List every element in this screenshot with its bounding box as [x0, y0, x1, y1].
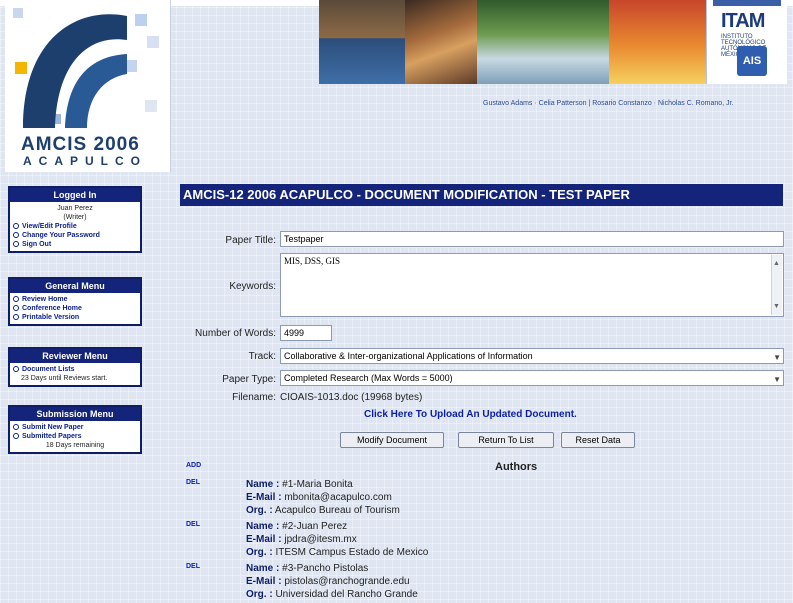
amcis-logo[interactable]: AMCIS 2006 ACAPULCO	[5, 0, 171, 172]
paper-type-label: Paper Type:	[222, 374, 276, 385]
keywords-label: Keywords:	[229, 281, 276, 292]
author-name: #3-Pancho Pistolas	[282, 563, 369, 574]
logged-in-menu: Logged In Juan Perez (Writer) View/Edit …	[8, 186, 142, 253]
logo-arc-icon	[23, 14, 127, 128]
bullet-icon	[13, 305, 19, 312]
name-key: Name :	[246, 563, 280, 574]
org-key: Org. :	[246, 547, 273, 558]
review-home-link[interactable]: Review Home	[13, 295, 137, 304]
bullet-icon	[13, 241, 19, 248]
authors-heading: Authors	[495, 461, 538, 473]
paper-title-label: Paper Title:	[225, 235, 276, 246]
submission-menu-title: Submission Menu	[10, 407, 140, 421]
view-edit-profile-link[interactable]: View/Edit Profile	[13, 222, 137, 231]
submission-menu: Submission Menu Submit New Paper Submitt…	[8, 405, 142, 454]
bullet-icon	[13, 232, 19, 239]
reset-data-button[interactable]: Reset Data	[561, 432, 635, 448]
page-title: AMCIS-12 2006 ACAPULCO - DOCUMENT MODIFI…	[180, 184, 783, 206]
credits-line: Gustavo Adams · Celia Patterson | Rosari…	[483, 100, 734, 107]
itam-sponsor[interactable]: ITAM INSTITUTO TECNOLÓGICO AUTÓNOMO DE M…	[706, 0, 787, 84]
author-entry: DEL Name : #2-Juan Perez E-Mail : jpdra@…	[186, 521, 586, 561]
logo-year: AMCIS 2006	[21, 134, 140, 155]
chevron-down-icon: ▼	[773, 353, 781, 362]
paper-type-select[interactable]: Completed Research (Max Words = 5000) ▼	[280, 370, 784, 386]
reviews-countdown: 23 Days until Reviews start.	[21, 375, 108, 382]
track-label: Track:	[248, 351, 276, 362]
paper-type-value: Completed Research (Max Words = 5000)	[284, 373, 453, 383]
banner-sunset-photo	[609, 0, 706, 84]
keywords-scrollbar[interactable]: ▲ ▼	[771, 255, 782, 315]
bullet-icon	[13, 424, 19, 431]
words-input[interactable]: 4999	[280, 325, 332, 341]
reviewer-menu-title: Reviewer Menu	[10, 349, 140, 363]
author-name: #2-Juan Perez	[282, 521, 348, 532]
printable-version-link[interactable]: Printable Version	[13, 313, 137, 322]
chevron-down-icon: ▼	[773, 375, 781, 384]
author-email: jpdra@itesm.mx	[284, 534, 357, 545]
words-label: Number of Words:	[195, 328, 276, 339]
author-email: pistolas@ranchogrande.edu	[284, 576, 410, 587]
bullet-icon	[13, 314, 19, 321]
banner-photos	[319, 0, 609, 84]
org-key: Org. :	[246, 505, 273, 516]
email-key: E-Mail :	[246, 492, 282, 503]
keywords-value: MIS, DSS, GIS	[284, 256, 341, 266]
return-to-list-button[interactable]: Return To List	[458, 432, 554, 448]
email-key: E-Mail :	[246, 534, 282, 545]
bullet-icon	[13, 296, 19, 303]
author-org: ITESM Campus Estado de Mexico	[275, 547, 429, 558]
user-name: Juan Perez	[57, 205, 93, 212]
author-entry: DEL Name : #1-Maria Bonita E-Mail : mbon…	[186, 479, 586, 519]
bullet-icon	[13, 223, 19, 230]
delete-author-link[interactable]: DEL	[186, 521, 200, 528]
author-name: #1-Maria Bonita	[282, 479, 353, 490]
submission-countdown: 18 Days remaining	[45, 442, 105, 449]
user-role: (Writer)	[63, 214, 87, 221]
modify-document-button[interactable]: Modify Document	[340, 432, 444, 448]
track-value: Collaborative & Inter-organizational App…	[284, 351, 533, 361]
paper-title-input[interactable]: Testpaper	[280, 231, 784, 247]
general-menu-title: General Menu	[10, 279, 140, 293]
org-key: Org. :	[246, 589, 273, 600]
bullet-icon	[13, 433, 19, 440]
delete-author-link[interactable]: DEL	[186, 479, 200, 486]
author-org: Universidad del Rancho Grande	[275, 589, 418, 600]
email-key: E-Mail :	[246, 576, 282, 587]
track-select[interactable]: Collaborative & Inter-organizational App…	[280, 348, 784, 364]
logged-in-title: Logged In	[10, 188, 140, 202]
ais-logo: AIS	[737, 46, 767, 76]
change-password-link[interactable]: Change Your Password	[13, 231, 137, 240]
author-entry: DEL Name : #3-Pancho Pistolas E-Mail : p…	[186, 563, 586, 603]
filename-label: Filename:	[232, 392, 276, 403]
name-key: Name :	[246, 521, 280, 532]
bullet-icon	[13, 366, 19, 373]
delete-author-link[interactable]: DEL	[186, 563, 200, 570]
filename-value: CIOAIS-1013.doc (19968 bytes)	[280, 392, 423, 403]
conference-home-link[interactable]: Conference Home	[13, 304, 137, 313]
submit-new-paper-link[interactable]: Submit New Paper	[13, 423, 137, 432]
reviewer-menu: Reviewer Menu Document Lists 23 Days unt…	[8, 347, 142, 387]
keywords-textarea[interactable]: MIS, DSS, GIS ▲ ▼	[280, 253, 784, 317]
sign-out-link[interactable]: Sign Out	[13, 240, 137, 249]
document-lists-link[interactable]: Document Lists	[13, 365, 137, 374]
itam-logo: ITAM	[721, 10, 765, 32]
upload-document-link[interactable]: Click Here To Upload An Updated Document…	[364, 409, 577, 420]
general-menu: General Menu Review Home Conference Home…	[8, 277, 142, 326]
logo-city: ACAPULCO	[23, 154, 147, 168]
name-key: Name :	[246, 479, 280, 490]
add-author-link[interactable]: ADD	[186, 462, 201, 469]
author-email: mbonita@acapulco.com	[284, 492, 392, 503]
submitted-papers-link[interactable]: Submitted Papers	[13, 432, 137, 441]
author-org: Acapulco Bureau of Tourism	[274, 505, 400, 516]
